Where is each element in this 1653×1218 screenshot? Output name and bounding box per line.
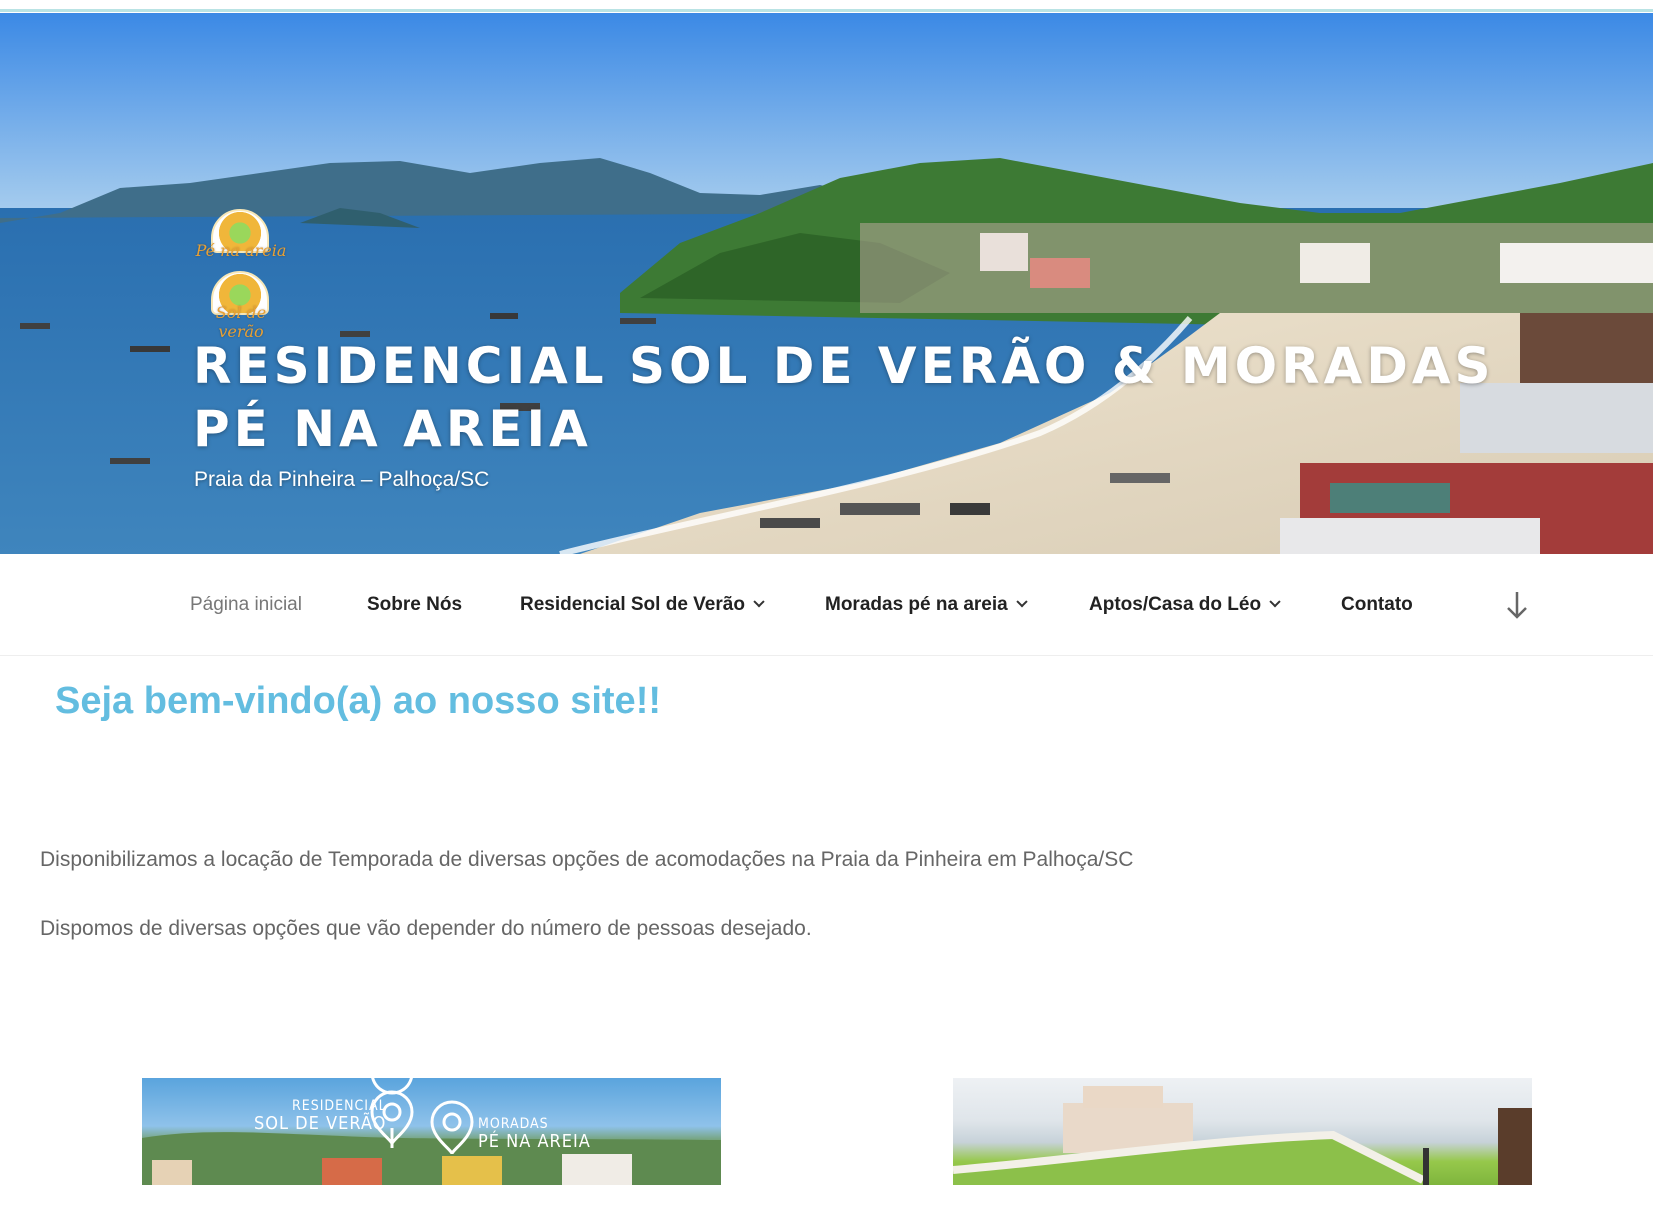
residencial-banner-image[interactable]: RESIDENCIAL SOL DE VERÃO MORADAS PÉ NA A… [142,1078,721,1185]
intro-paragraph-2: Dispomos de diversas opções que vão depe… [40,917,812,940]
nav-item-contato[interactable]: Contato [1341,594,1413,616]
nav-item-moradas-pe-na-areia[interactable]: Moradas pé na areia [825,594,1028,616]
nav-item-label: Residencial Sol de Verão [520,594,745,615]
banner-location-pins [142,1078,721,1185]
banner-text: PÉ NA AREIA [478,1131,591,1152]
chevron-down-icon [753,596,765,608]
intro-paragraph-1: Disponibilizamos a locação de Temporada … [40,848,1134,871]
nav-item-label: Moradas pé na areia [825,594,1008,615]
welcome-heading: Seja bem-vindo(a) ao nosso site!! [55,680,661,722]
site-logos[interactable]: Pé na areia Sol de verão [193,199,289,341]
moradas-house-image[interactable] [953,1078,1532,1185]
nav-item-sobre-nos[interactable]: Sobre Nós [367,594,462,616]
banner-text: SOL DE VERÃO [254,1113,387,1134]
site-description: Praia da Pinheira – Palhoça/SC [194,468,490,491]
arrow-down-icon[interactable] [1505,590,1529,620]
chevron-down-icon [1269,596,1281,608]
nav-item-pagina-inicial[interactable]: Página inicial [190,594,302,616]
nav-item-residencial-sol-de-verao[interactable]: Residencial Sol de Verão [520,594,765,616]
logo-pe-na-areia[interactable]: Pé na areia [193,199,289,261]
nav-item-aptos-casa-do-leo[interactable]: Aptos/Casa do Léo [1089,594,1281,616]
chevron-down-icon [1016,596,1028,608]
main-navigation: Página inicial Sobre Nós Residencial Sol… [0,554,1653,656]
nav-item-label: Aptos/Casa do Léo [1089,594,1262,615]
logo-sol-de-verao[interactable]: Sol de verão [193,261,289,341]
site-title[interactable]: RESIDENCIAL SOL DE VERÃO & MORADAS PÉ NA… [193,335,1513,461]
logo-label: Pé na areia [195,241,287,260]
top-accent-line [0,0,1653,12]
house-roof-illustration [953,1086,1532,1185]
hero-header: Pé na areia Sol de verão RESIDENCIAL SOL… [0,13,1653,554]
